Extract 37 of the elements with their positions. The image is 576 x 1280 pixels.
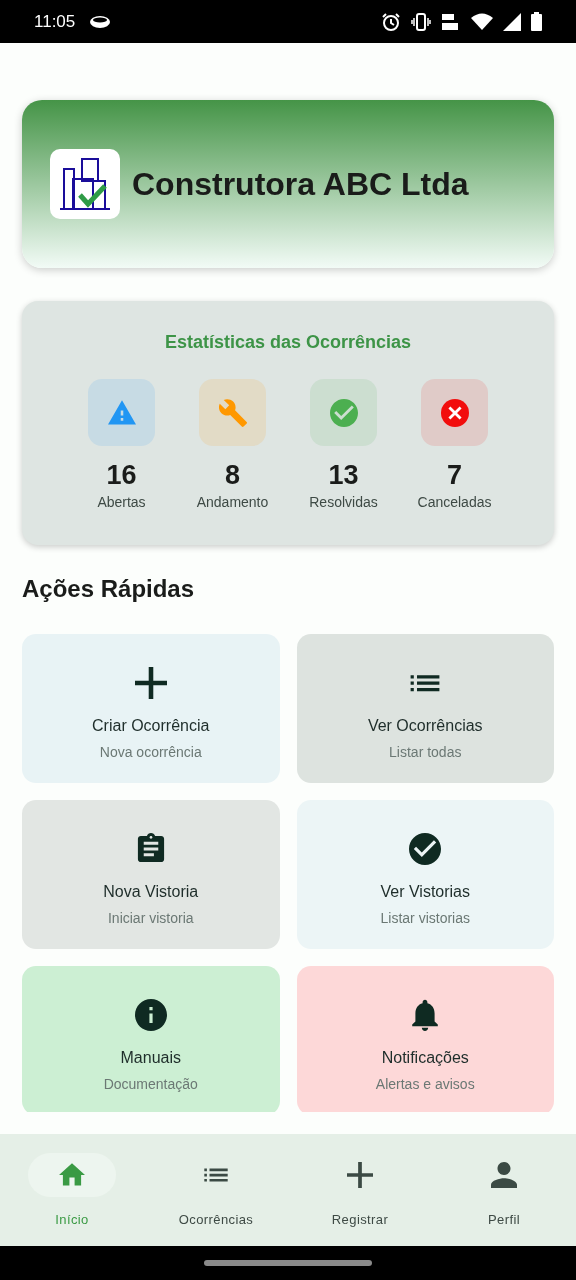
company-logo <box>50 149 120 219</box>
info-icon <box>134 999 167 1031</box>
stat-label: Resolvidas <box>309 494 378 510</box>
stat-value: 7 <box>447 460 462 491</box>
plus-icon <box>347 1162 373 1188</box>
notification-icon <box>89 14 112 29</box>
wrench-icon <box>218 398 247 427</box>
nav-tab[interactable]: Ocorrências <box>144 1134 288 1246</box>
stat-value: 8 <box>225 460 240 491</box>
stat-label: Abertas <box>97 494 146 510</box>
stat-label: Canceladas <box>417 494 492 510</box>
section-title: Ações Rápidas <box>22 575 196 603</box>
stat-value: 13 <box>328 460 359 491</box>
company-name: Construtora ABC Ltda <box>132 165 469 203</box>
nav-tab[interactable]: Registrar <box>288 1134 432 1246</box>
warning-icon <box>107 398 136 427</box>
home-icon <box>59 1162 85 1188</box>
signal-icon <box>503 12 521 31</box>
quick-action-card[interactable]: Manuais Documentação <box>22 966 280 1112</box>
alarm-icon <box>381 11 401 32</box>
stat-label: Andamento <box>196 494 269 510</box>
stat-value: 16 <box>106 460 137 491</box>
wifi-icon <box>471 13 493 30</box>
battery-icon <box>531 12 542 31</box>
vibrate-icon <box>411 12 431 31</box>
quick-action-card[interactable]: Notificações Alertas e avisos <box>296 966 554 1112</box>
plus-icon <box>134 667 167 699</box>
quick-action-card[interactable]: Ver Ocorrências Listar todas <box>296 634 554 783</box>
nav-tab[interactable]: Perfil <box>432 1134 576 1246</box>
home-indicator[interactable] <box>204 1260 372 1266</box>
quick-action-card[interactable]: Ver Vistorias Listar vistorias <box>296 800 554 949</box>
person-icon <box>491 1162 517 1188</box>
quick-action-card[interactable]: Criar Ocorrência Nova ocorrência <box>22 634 280 783</box>
statistics-title: Estatísticas das Ocorrências <box>164 332 412 353</box>
cancel-icon <box>440 398 469 427</box>
status-time: 11:05 <box>34 11 76 32</box>
quick-action-card[interactable]: Nova Vistoria Iniciar vistoria <box>22 800 280 949</box>
